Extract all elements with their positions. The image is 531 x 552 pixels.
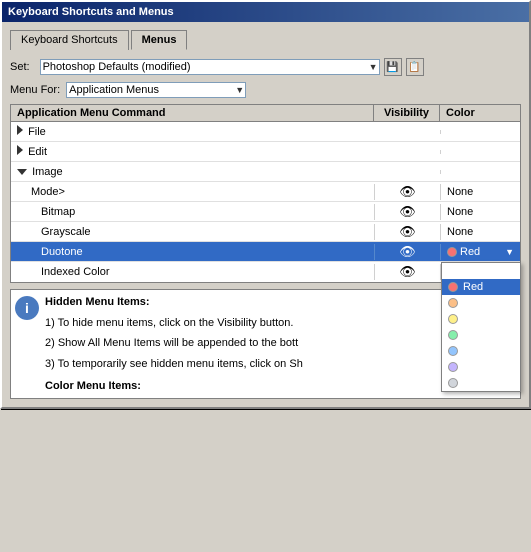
yellow-dot — [448, 314, 458, 324]
green-dot — [448, 330, 458, 340]
info-color-1: 1) To add color to a menu item, click in… — [45, 399, 303, 400]
violet-dot — [448, 362, 458, 372]
tab-menus[interactable]: Menus — [131, 30, 188, 50]
table-row: Mode> 👁 None — [11, 182, 520, 202]
hidden-title: Hidden Menu Items: — [45, 296, 150, 308]
table-row: Bitmap 👁 None — [11, 202, 520, 222]
color-dropdown-arrow[interactable]: ▼ — [505, 247, 514, 257]
row-file-label[interactable]: File — [11, 123, 374, 140]
col-header-command: Application Menu Command — [11, 105, 374, 121]
row-image-label[interactable]: Image — [11, 164, 374, 180]
row-edit-color — [440, 150, 520, 154]
color-title: Color Menu Items: — [45, 380, 141, 392]
info-text: Hidden Menu Items: 1) To hide menu items… — [45, 294, 303, 399]
menu-for-select[interactable]: Application Menus — [66, 82, 246, 98]
info-icon: i — [15, 296, 39, 320]
table-row: Image — [11, 162, 520, 182]
gray-dot — [448, 378, 458, 388]
keyboard-shortcuts-menus-dialog: Keyboard Shortcuts and Menus Keyboard Sh… — [0, 0, 531, 409]
row-bitmap-color: None — [440, 204, 520, 220]
color-option-orange[interactable]: Orange — [442, 295, 520, 311]
row-indexed-visibility[interactable]: 👁 — [374, 264, 440, 280]
blue-dot — [448, 346, 458, 356]
set-select[interactable]: Photoshop Defaults (modified) — [40, 59, 380, 75]
table-row: File — [11, 122, 520, 142]
window-title: Keyboard Shortcuts and Menus — [8, 6, 174, 18]
title-bar: Keyboard Shortcuts and Menus — [2, 2, 529, 22]
table-row-duotone: Duotone 👁 Red ▼ None — [11, 242, 520, 262]
collapse-icon — [17, 125, 23, 135]
set-row: Set: Photoshop Defaults (modified) ▼ 💾 📋 — [10, 58, 521, 76]
color-dropdown: None Red Orange Yellow — [441, 262, 521, 392]
tab-keyboard-shortcuts[interactable]: Keyboard Shortcuts — [10, 30, 129, 50]
color-option-red[interactable]: Red — [442, 279, 520, 295]
eye-icon: 👁 — [399, 204, 416, 220]
row-duotone-label: Duotone — [11, 244, 374, 260]
row-duotone-color[interactable]: Red ▼ None Red O — [440, 244, 520, 260]
color-option-yellow[interactable]: Yellow — [442, 311, 520, 327]
table-header: Application Menu Command Visibility Colo… — [11, 105, 520, 122]
row-duotone-visibility[interactable]: 👁 — [374, 244, 440, 260]
color-option-violet[interactable]: Violet — [442, 359, 520, 375]
info-hidden-2: 2) Show All Menu Items will be appended … — [45, 335, 303, 352]
table-row: Edit — [11, 142, 520, 162]
row-bitmap-label: Bitmap — [11, 204, 374, 220]
set-select-wrapper: Photoshop Defaults (modified) ▼ — [40, 59, 380, 75]
dialog-content: Keyboard Shortcuts Menus Set: Photoshop … — [2, 22, 529, 407]
orange-dot — [448, 298, 458, 308]
info-hidden-1: 1) To hide menu items, click on the Visi… — [45, 315, 303, 332]
row-grayscale-label: Grayscale — [11, 224, 374, 240]
eye-icon: 👁 — [399, 184, 416, 200]
col-header-visibility: Visibility — [374, 105, 440, 121]
set-label: Set: — [10, 61, 30, 73]
row-grayscale-color: None — [440, 224, 520, 240]
row-mode-color: None — [440, 184, 520, 200]
color-option-blue[interactable]: Blue — [442, 343, 520, 359]
color-option-gray[interactable]: Gray — [442, 375, 520, 391]
menu-for-select-wrapper: Application Menus ▼ — [66, 82, 246, 98]
row-mode-visibility[interactable]: 👁 — [374, 184, 440, 200]
row-grayscale-visibility[interactable]: 👁 — [374, 224, 440, 240]
color-indicator — [447, 247, 457, 257]
table-row: Grayscale 👁 None — [11, 222, 520, 242]
info-hidden-3: 3) To temporarily see hidden menu items,… — [45, 356, 303, 373]
menu-commands-table: Application Menu Command Visibility Colo… — [10, 104, 521, 283]
row-edit-label[interactable]: Edit — [11, 143, 374, 160]
color-option-none[interactable]: None — [442, 263, 520, 279]
expand-icon — [17, 169, 27, 175]
menu-for-label: Menu For: — [10, 84, 60, 96]
save-set-as-button[interactable]: 📋 — [406, 58, 424, 76]
tab-bar: Keyboard Shortcuts Menus — [10, 30, 521, 50]
red-dot — [448, 282, 458, 292]
eye-icon: 👁 — [399, 244, 416, 260]
col-header-color: Color — [440, 105, 520, 121]
row-image-color — [440, 170, 520, 174]
row-indexed-label: Indexed Color — [11, 264, 374, 280]
eye-icon: 👁 — [399, 224, 416, 240]
eye-icon: 👁 — [399, 264, 416, 280]
save-set-button[interactable]: 💾 — [384, 58, 402, 76]
row-mode-label: Mode> — [11, 184, 374, 200]
color-option-green[interactable]: Green — [442, 327, 520, 343]
row-bitmap-visibility[interactable]: 👁 — [374, 204, 440, 220]
menu-for-row: Menu For: Application Menus ▼ — [10, 82, 521, 98]
row-file-color — [440, 130, 520, 134]
collapse-icon — [17, 145, 23, 155]
